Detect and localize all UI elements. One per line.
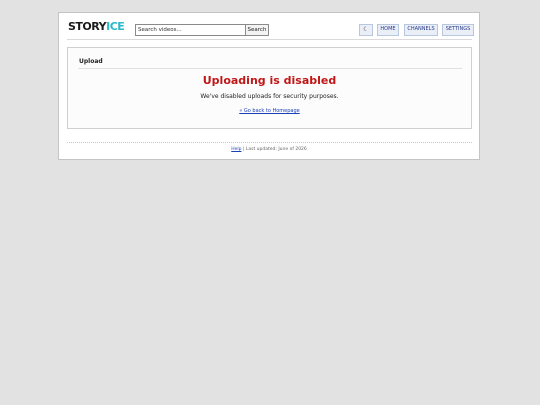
site-footer: Help | Last updated: June of 2026 [59,147,479,153]
site-logo[interactable]: STORYICE [68,20,125,33]
nav-channels-button[interactable]: CHANNELS [404,24,438,36]
error-heading: Uploading is disabled [202,74,337,87]
panel-title: Upload [79,58,103,65]
search-input[interactable] [135,24,248,36]
footer-separator: | [242,147,245,152]
last-updated-text: Last updated: June of 2026 [245,147,307,152]
theme-toggle-button[interactable]: ☾ [359,24,373,36]
search-button[interactable]: Search [245,24,269,36]
panel-divider [78,68,462,69]
page-frame: STORYICE Search ☾ HOME CHANNELS SETTINGS… [58,12,480,160]
moon-icon: ☾ [363,26,369,33]
nav-home-button[interactable]: HOME [377,24,399,36]
back-link-container: « Go back to Homepage [68,108,471,115]
upload-panel: Upload Uploading is disabled We've disab… [67,47,472,129]
logo-accent: ICE [106,20,125,33]
logo-primary: STORY [68,20,107,33]
header-divider [67,39,472,40]
nav-settings-button[interactable]: SETTINGS [442,24,474,36]
footer-divider [67,142,472,143]
back-to-homepage-link[interactable]: « Go back to Homepage [239,108,300,114]
site-header: STORYICE Search ☾ HOME CHANNELS SETTINGS [59,13,479,39]
help-link[interactable]: Help [231,147,241,152]
error-message: We've disabled uploads for security purp… [200,93,339,100]
